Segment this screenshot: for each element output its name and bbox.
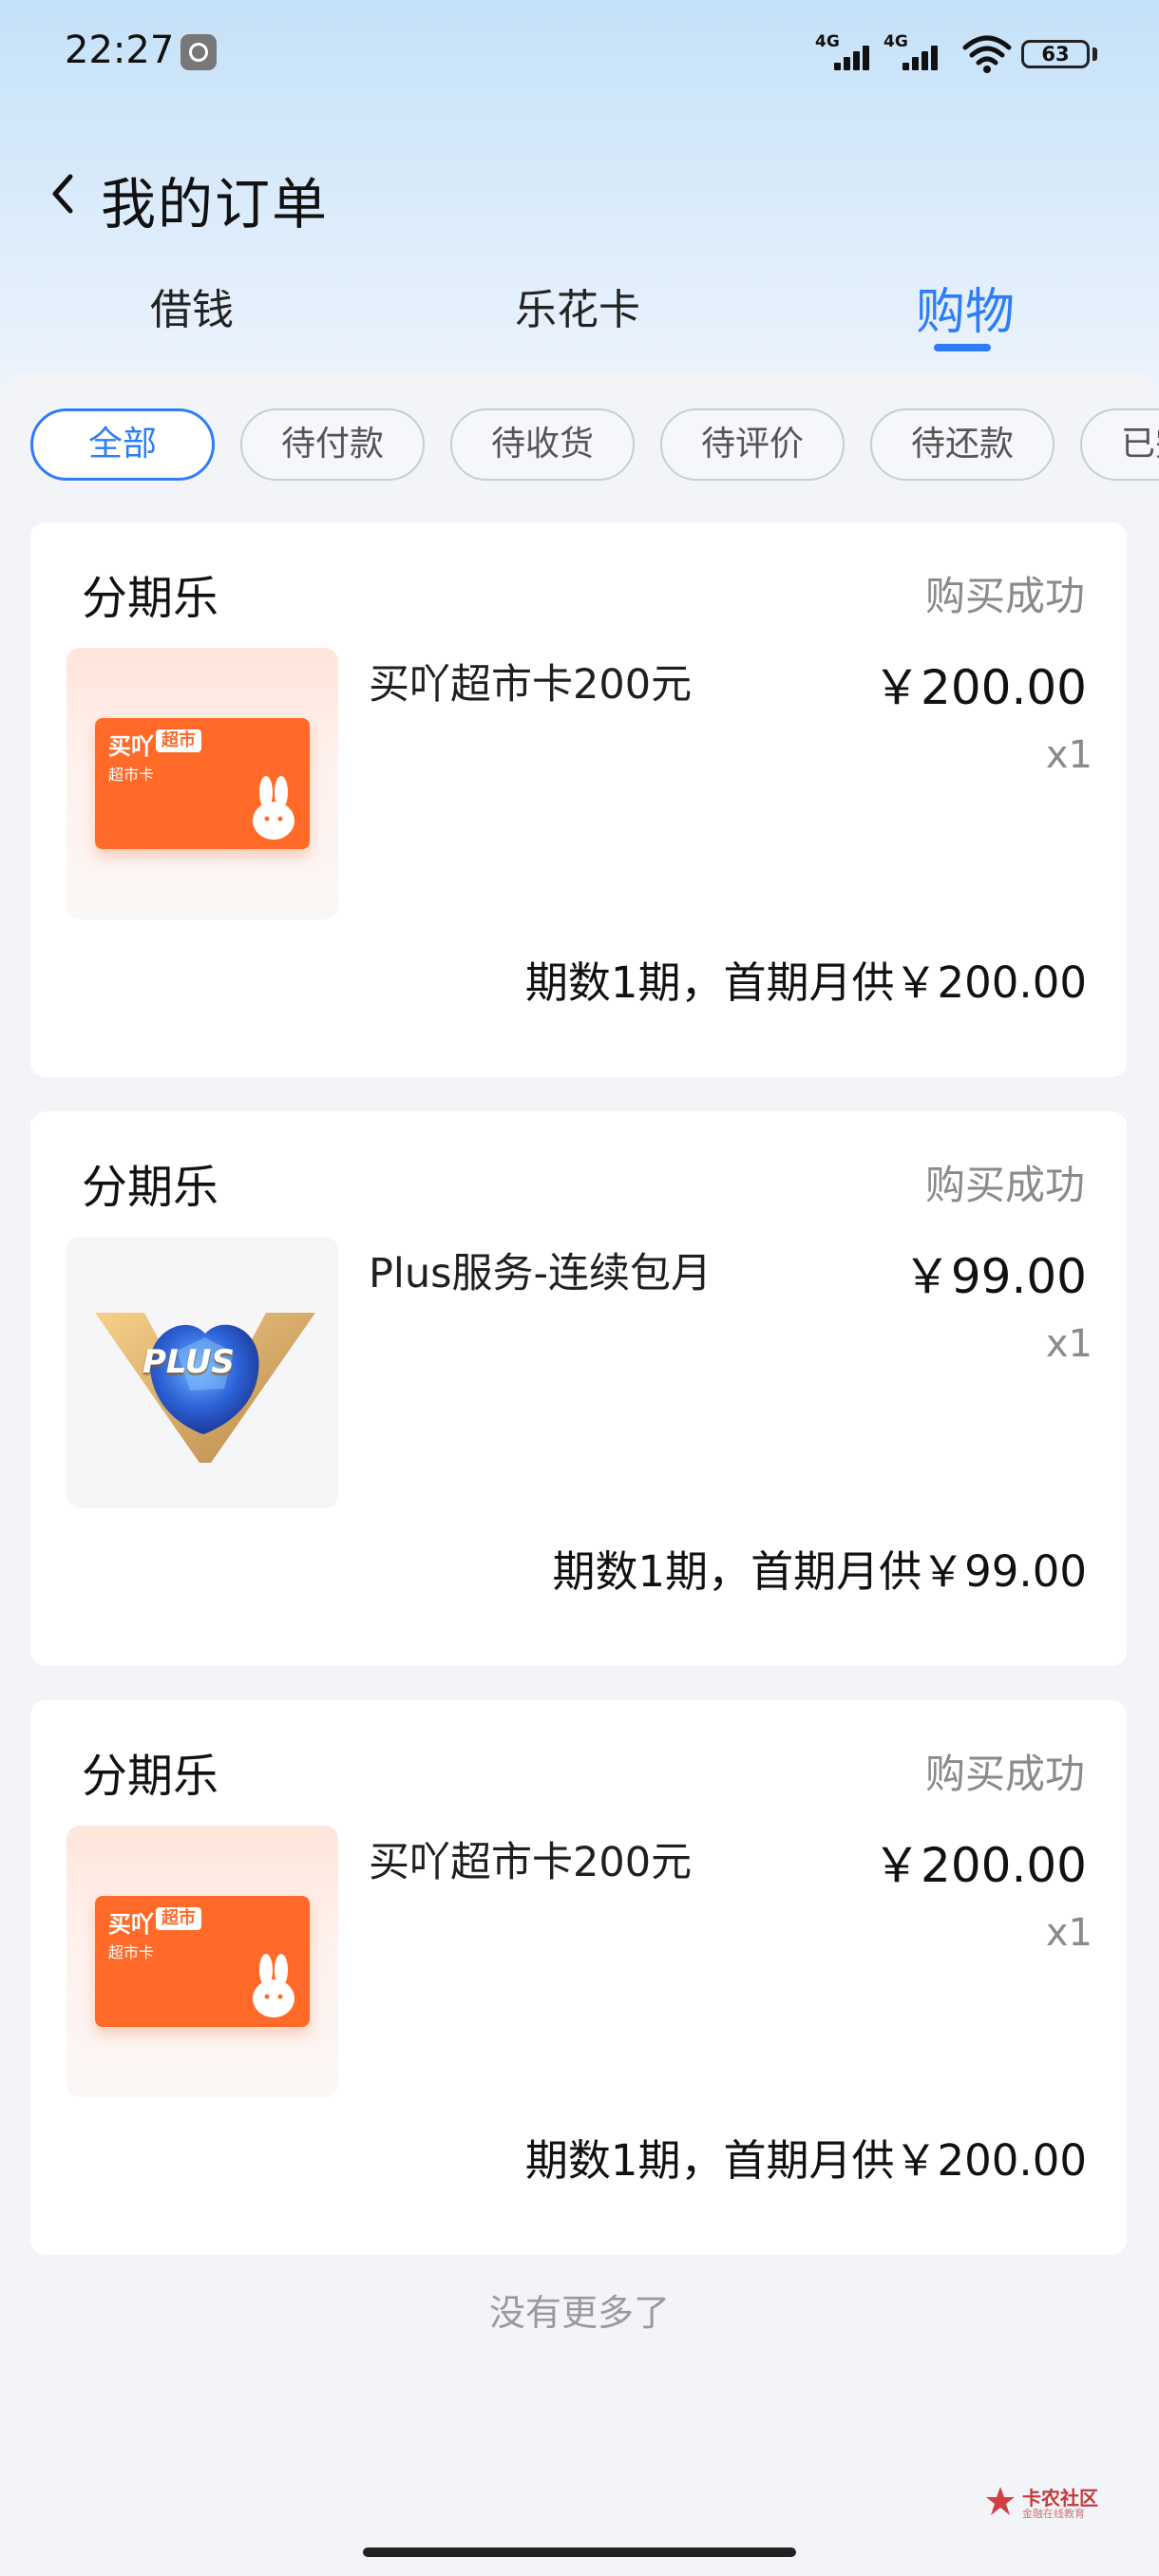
- top-tabs: 借钱 乐花卡 购物: [0, 275, 1159, 370]
- card-subtitle: 超市卡: [108, 766, 155, 784]
- product-price: ￥99.00: [902, 1249, 1087, 1304]
- product-quantity: x1: [1045, 1322, 1092, 1366]
- product-name: 买吖超市卡200元: [369, 1839, 693, 1886]
- battery-tip: [1092, 47, 1097, 61]
- watermark: 卡农社区 金融在线教育: [984, 2481, 1127, 2523]
- supermarket-card-image: 买吖 超市 超市卡: [95, 718, 310, 849]
- order-card[interactable]: 分期乐 购买成功 买吖 超市 超市卡 买吖超市卡200元 ￥200.00 x1 …: [30, 522, 1127, 1077]
- card-brand: 买吖: [108, 733, 154, 760]
- card-tag: 超市: [156, 1907, 201, 1930]
- tab-borrow[interactable]: 借钱: [150, 275, 234, 336]
- signal-icon: 4G: [815, 32, 882, 70]
- signal-icon-2: 4G: [884, 32, 950, 70]
- filter-chip-pending-review[interactable]: 待评价: [660, 408, 845, 481]
- status-bar: 22:27 4G 4G 63: [0, 0, 1159, 104]
- active-tab-indicator: [934, 344, 991, 351]
- status-time: 22:27: [65, 28, 175, 72]
- product-name: Plus服务-连续包月: [369, 1250, 712, 1297]
- product-thumbnail[interactable]: 买吖 超市 超市卡: [66, 1826, 338, 2097]
- filter-chip-pending-repayment[interactable]: 待还款: [870, 408, 1054, 481]
- order-status: 购买成功: [924, 1162, 1085, 1208]
- installment-info: 期数1期，首期月供￥99.00: [552, 1546, 1087, 1597]
- page-header: 我的订单: [0, 142, 1159, 247]
- installment-info: 期数1期，首期月供￥200.00: [524, 957, 1087, 1008]
- rabbit-icon: [253, 1954, 294, 2017]
- filter-chip-all[interactable]: 全部: [30, 408, 215, 481]
- battery-icon: 63: [1021, 40, 1090, 68]
- order-card[interactable]: 分期乐 购买成功 买吖 超市 超市卡 买吖超市卡200元 ￥200.00 x1 …: [30, 1700, 1127, 2255]
- tab-lehua-card[interactable]: 乐花卡: [515, 275, 640, 336]
- supermarket-card-image: 买吖 超市 超市卡: [95, 1896, 310, 2027]
- end-of-list-text: 没有更多了: [488, 2292, 670, 2334]
- tab-shopping[interactable]: 购物: [916, 272, 1015, 343]
- plus-badge-text: PLUS: [142, 1343, 235, 1381]
- card-brand: 买吖: [108, 1911, 154, 1938]
- filter-chip-pending-payment[interactable]: 待付款: [240, 408, 425, 481]
- order-status: 购买成功: [924, 573, 1085, 619]
- page-title: 我的订单: [101, 172, 330, 237]
- filter-chip-pending-receipt[interactable]: 待收货: [450, 408, 635, 481]
- installment-info: 期数1期，首期月供￥200.00: [524, 2135, 1087, 2186]
- filter-chip-completed[interactable]: 已完成: [1080, 408, 1159, 481]
- app-notification-icon: [180, 34, 217, 70]
- wifi-icon: [962, 35, 1012, 73]
- product-quantity: x1: [1045, 733, 1092, 777]
- order-card[interactable]: 分期乐 购买成功 PLUS Plus服务-连续包月 ￥99.00 x1 期数1期…: [30, 1111, 1127, 1666]
- merchant-name: 分期乐: [82, 1161, 219, 1214]
- back-arrow-icon[interactable]: [44, 165, 82, 222]
- product-quantity: x1: [1045, 1911, 1092, 1955]
- product-thumbnail[interactable]: PLUS: [66, 1237, 338, 1508]
- card-tag: 超市: [156, 729, 201, 752]
- merchant-name: 分期乐: [82, 1750, 219, 1803]
- rabbit-icon: [253, 776, 294, 840]
- merchant-name: 分期乐: [82, 572, 219, 625]
- product-price: ￥200.00: [873, 1838, 1087, 1893]
- watermark-subtext: 金融在线教育: [1022, 2508, 1085, 2520]
- product-price: ￥200.00: [873, 660, 1087, 715]
- order-status: 购买成功: [924, 1751, 1085, 1797]
- home-indicator[interactable]: [363, 2548, 796, 2557]
- card-subtitle: 超市卡: [108, 1943, 155, 1961]
- watermark-logo-icon: [986, 2487, 1015, 2515]
- product-name: 买吖超市卡200元: [369, 661, 693, 709]
- filter-chip-row[interactable]: 全部 待付款 待收货 待评价 待还款 已完成: [0, 408, 1159, 484]
- product-thumbnail[interactable]: 买吖 超市 超市卡: [66, 648, 338, 919]
